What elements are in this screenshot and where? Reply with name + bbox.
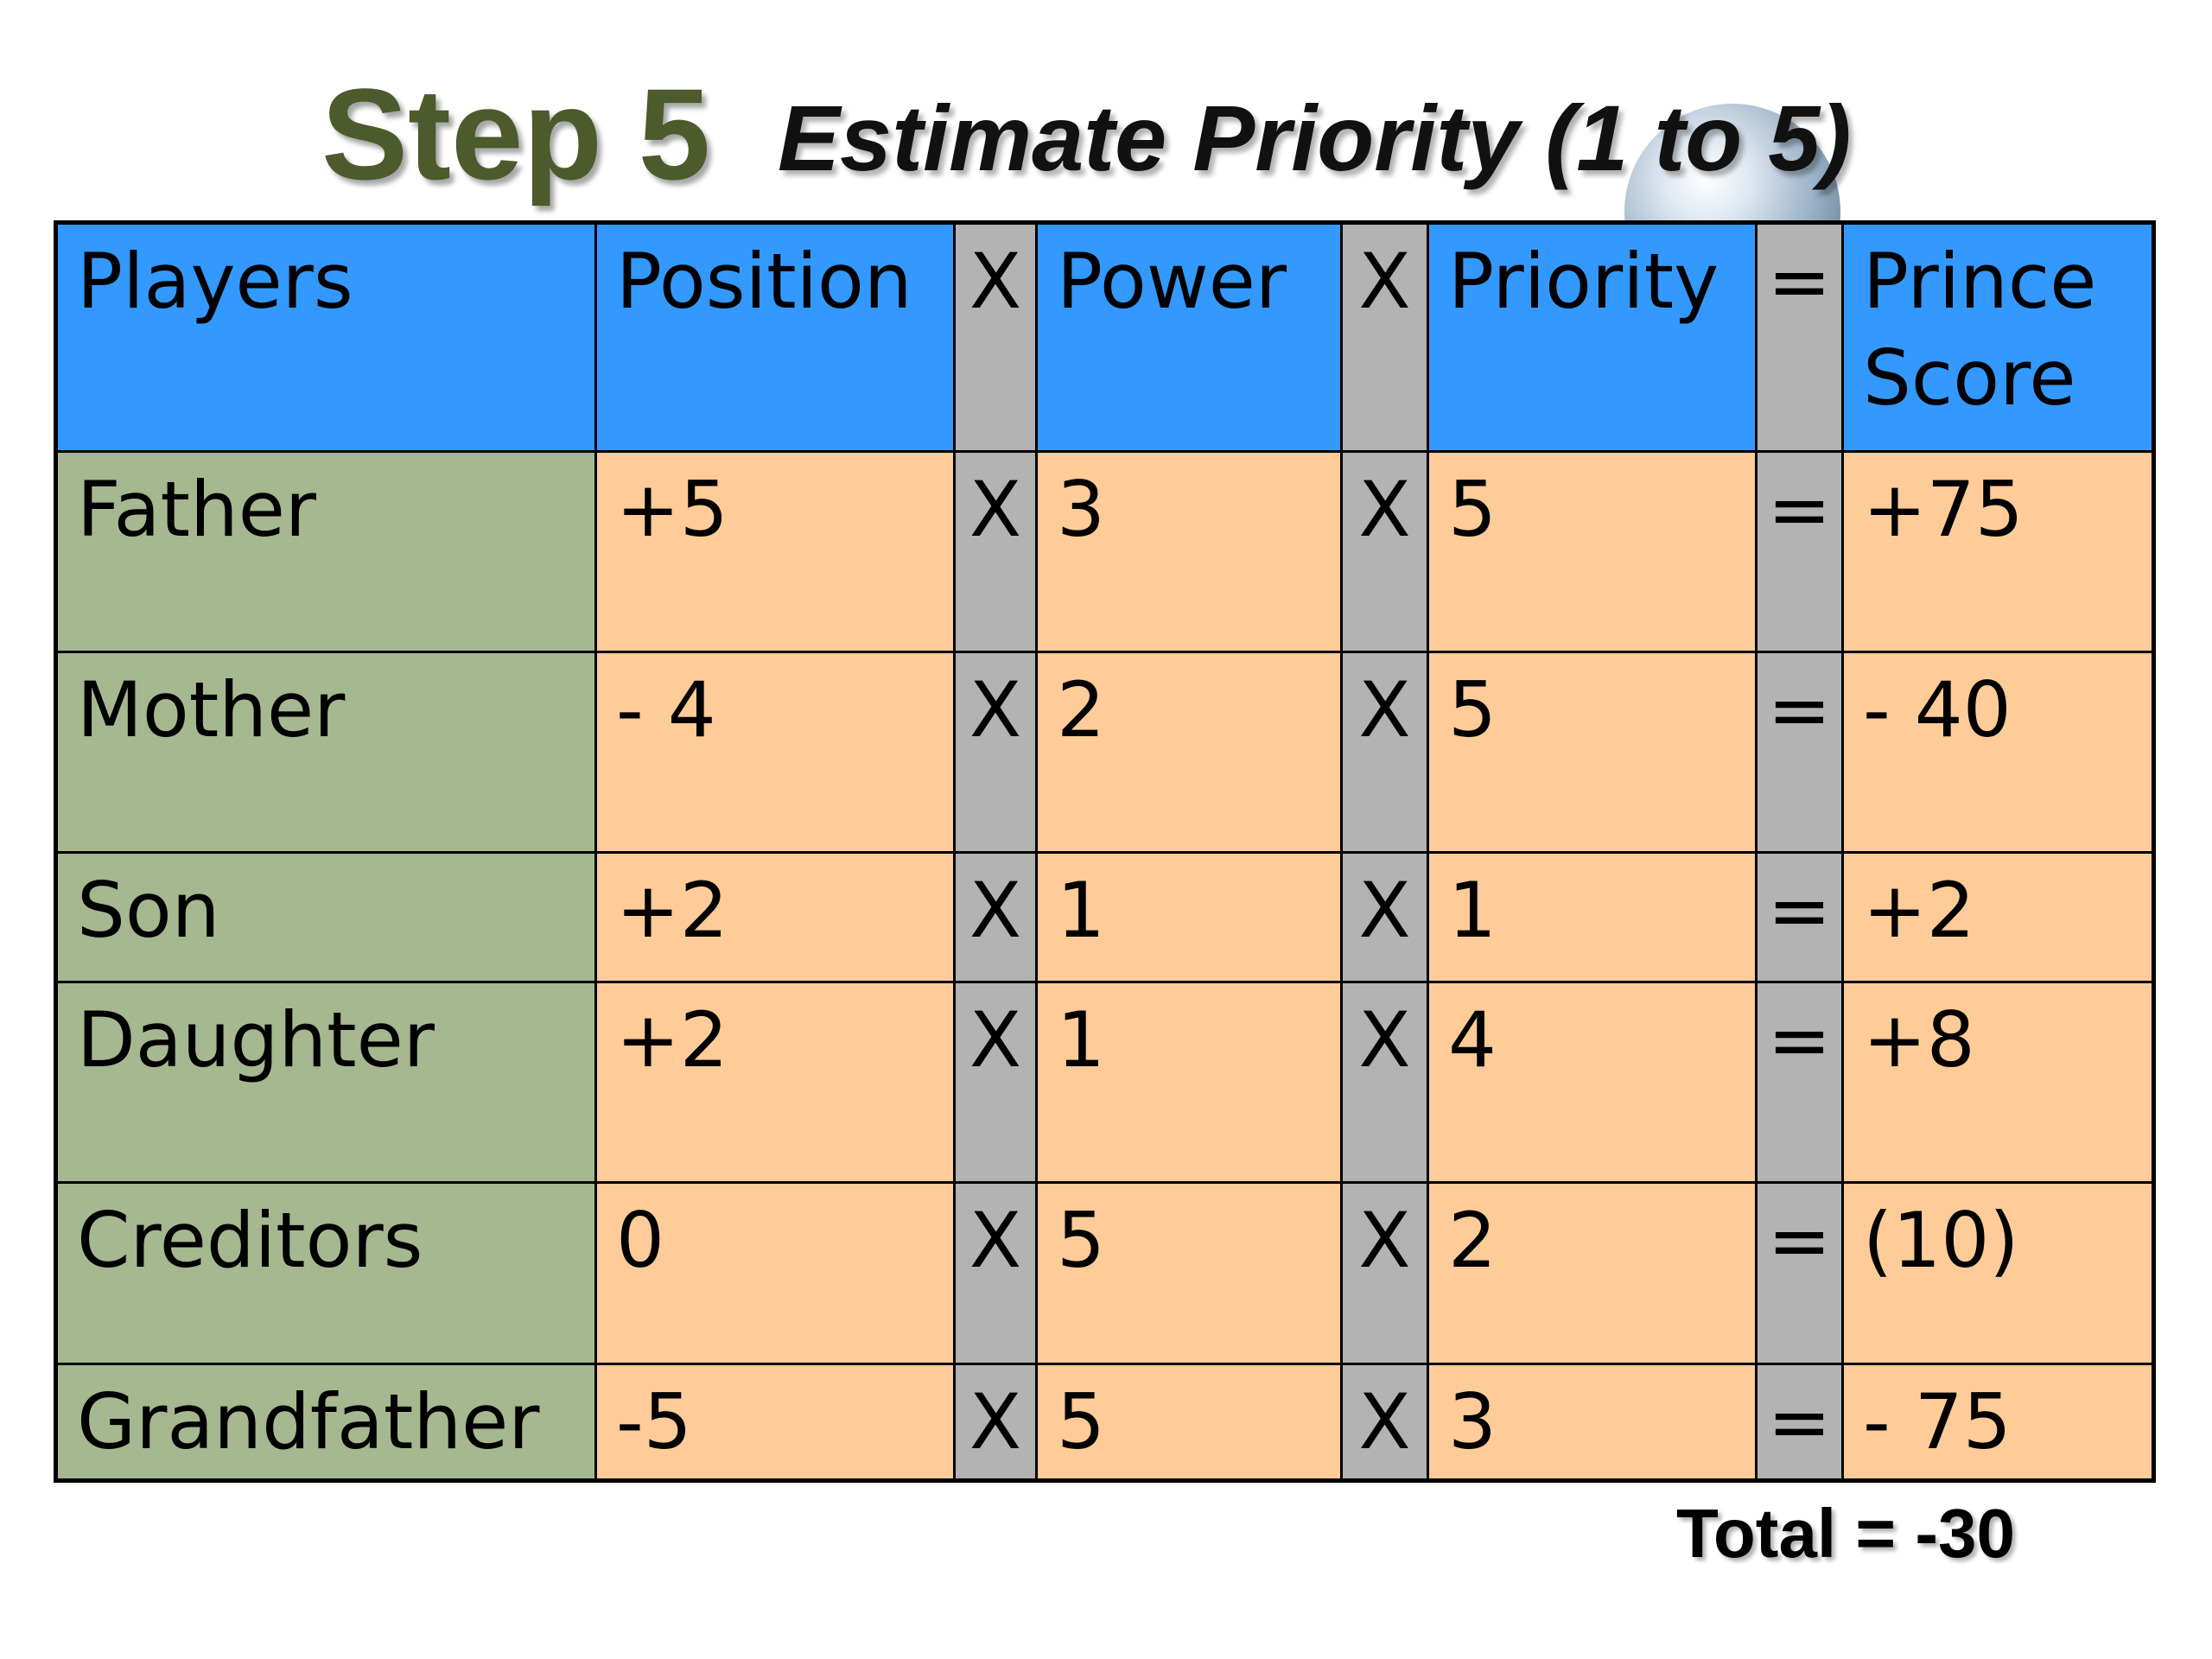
header-position: Position [594,221,956,453]
cell-player: Creditors [54,1181,597,1365]
header-priority: Priority [1427,221,1758,453]
table-header-row: Players Position X Power X Priority = Pr… [54,221,2155,453]
cell-power: 5 [1035,1363,1343,1482]
cell-power: 3 [1035,450,1343,653]
cell-position: +2 [594,851,956,983]
cell-player: Son [54,851,597,983]
table-row: Mother - 4 X 2 X 5 = - 40 [54,651,2155,854]
cell-equals: = [1755,651,1844,854]
cell-priority: 5 [1427,450,1758,653]
header-multiply-1: X [953,221,1038,453]
cell-player: Mother [54,651,597,854]
header-prince-score-line1: Prince [1863,237,2097,326]
header-equals: = [1755,221,1844,453]
cell-equals: = [1755,851,1844,983]
cell-multiply: X [1340,450,1429,653]
table-row: Father +5 X 3 X 5 = +75 [54,450,2155,653]
cell-power: 1 [1035,851,1343,983]
cell-power: 5 [1035,1181,1343,1365]
cell-prince-score: +2 [1841,851,2155,983]
cell-priority: 1 [1427,851,1758,983]
cell-power: 1 [1035,981,1343,1184]
cell-multiply: X [953,981,1038,1184]
table-row: Grandfather -5 X 5 X 3 = - 75 [54,1363,2155,1482]
cell-multiply: X [953,450,1038,653]
cell-equals: = [1755,1181,1844,1365]
cell-equals: = [1755,1363,1844,1482]
cell-priority: 2 [1427,1181,1758,1365]
cell-prince-score: - 40 [1841,651,2155,854]
table-row: Son +2 X 1 X 1 = +2 [54,851,2155,983]
cell-multiply: X [1340,981,1429,1184]
cell-equals: = [1755,450,1844,653]
total-score: Total = -30 [1676,1495,2015,1572]
cell-prince-score: +75 [1841,450,2155,653]
cell-multiply: X [1340,1363,1429,1482]
cell-power: 2 [1035,651,1343,854]
cell-position: +2 [594,981,956,1184]
header-prince-score-line2: Score [1863,334,2076,423]
cell-prince-score: - 75 [1841,1363,2155,1482]
cell-multiply: X [1340,1181,1429,1365]
header-prince-score: Prince Score [1841,221,2155,453]
cell-multiply: X [953,651,1038,854]
cell-priority: 4 [1427,981,1758,1184]
cell-priority: 5 [1427,651,1758,854]
cell-position: +5 [594,450,956,653]
header-players: Players [54,221,597,453]
slide-subtitle: Estimate Priority (1 to 5) [778,86,1852,190]
header-power: Power [1035,221,1343,453]
table-row: Creditors 0 X 5 X 2 = (10) [54,1181,2155,1365]
cell-multiply: X [1340,651,1429,854]
cell-player: Grandfather [54,1363,597,1482]
cell-position: - 4 [594,651,956,854]
step-label: Step 5 [321,61,711,207]
table-row: Daughter +2 X 1 X 4 = +8 [54,981,2155,1184]
cell-position: 0 [594,1181,956,1365]
cell-multiply: X [953,851,1038,983]
header-multiply-2: X [1340,221,1429,453]
cell-multiply: X [1340,851,1429,983]
cell-multiply: X [953,1363,1038,1482]
cell-prince-score: (10) [1841,1181,2155,1365]
cell-prince-score: +8 [1841,981,2155,1184]
cell-player: Father [54,450,597,653]
cell-position: -5 [594,1363,956,1482]
cell-multiply: X [953,1181,1038,1365]
slide-title: Step 5 Estimate Priority (1 to 5) [0,60,2212,207]
cell-player: Daughter [54,981,597,1184]
prince-score-table: Players Position X Power X Priority = Pr… [54,220,2156,1483]
cell-equals: = [1755,981,1844,1184]
cell-priority: 3 [1427,1363,1758,1482]
